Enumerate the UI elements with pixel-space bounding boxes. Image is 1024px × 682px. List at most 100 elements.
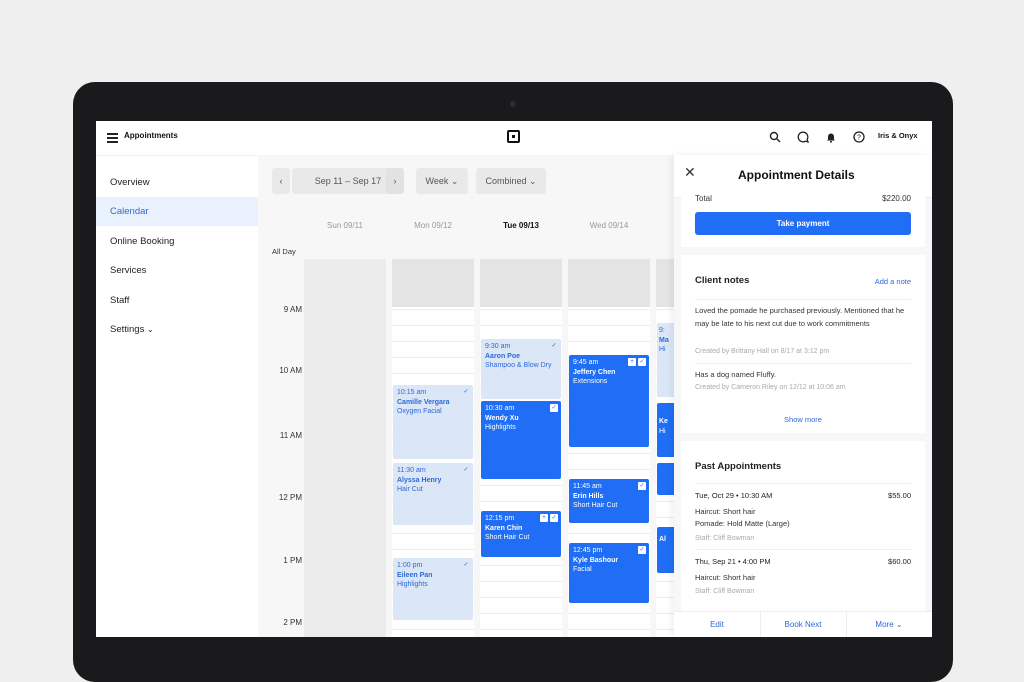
add-note-link[interactable]: Add a note [875,277,911,286]
past-appointment-staff: Staff: Cliff Bowman [695,588,755,595]
appointment-card[interactable]: ✓ 11:30 am Alyssa Henry Hair Cut [393,463,473,525]
day-header-wed[interactable]: Wed 09/14 [568,221,650,233]
grid-line [568,533,650,534]
help-icon[interactable]: ? [852,131,866,145]
divider [695,483,911,484]
sidebar-item-calendar[interactable]: Calendar [96,197,258,226]
all-day-label: All Day [272,247,296,256]
client-notes-title: Client notes [695,275,750,286]
past-appointments-title: Past Appointments [695,461,782,472]
appointment-card[interactable]: ✓ 9:30 am Aaron Poe Shampoo & Blow Dry [481,339,561,399]
calendar-view: ‹ Sep 11 – Sep 17 › Week ⌄ Combined ⌄ Su… [258,155,678,637]
grid-line [480,597,562,598]
next-week-button[interactable]: › [386,168,404,194]
menu-icon[interactable] [107,133,118,145]
appointment-card[interactable]: ✓ 11:45 am Erin Hills Short Hair Cut [569,479,649,523]
check-icon: ✓ [463,389,469,395]
grid-line [568,453,650,454]
past-appointments-card: Past Appointments Tue, Oct 29 • 10:30 AM… [681,441,925,611]
search-icon[interactable] [768,131,782,145]
appointment-card[interactable]: ✓ 1:00 pm Eileen Pan Highlights [393,558,473,620]
client-notes-card: Client notes Add a note Loved the pomade… [681,255,925,433]
more-button[interactable]: More ⌄ [846,612,932,637]
grid-line [480,325,562,326]
day-column-sun[interactable] [304,259,386,637]
top-bar: Appointments ? Iris & Onyx [96,121,932,156]
past-appointment-line: Haircut: Short hair [695,507,756,516]
note-meta: Created by Brittany Hall on 8/17 at 3:12… [695,348,830,355]
grid-line [568,341,650,342]
divider [695,363,911,364]
view-select[interactable]: Week ⌄ [416,168,468,194]
panel-footer: Edit Book Next More ⌄ [674,611,932,637]
time-label: 10 AM [279,366,302,375]
filter-select[interactable]: Combined ⌄ [476,168,546,194]
all-day-block [480,259,562,307]
grid-line [480,485,562,486]
appointment-card[interactable]: ✓ 10:15 am Camille Vergara Oxygen Facial [393,385,473,459]
panel-header: ✕ Appointment Details [674,155,932,198]
client-note: Has a dog named Fluffy. [695,370,777,379]
grid-line [392,341,474,342]
close-icon[interactable]: ✕ [684,164,696,181]
appointment-card[interactable]: ✓ + 9:45 am Jeffery Chen Extensions [569,355,649,447]
show-more-link[interactable]: Show more [681,415,925,424]
book-next-button[interactable]: Book Next [760,612,846,637]
past-appointment-date[interactable]: Thu, Sep 21 • 4:00 PM [695,557,771,566]
grid-line [392,357,474,358]
sidebar-item-overview[interactable]: Overview [96,168,258,197]
sidebar-item-staff[interactable]: Staff [96,286,258,315]
sidebar-item-services[interactable]: Services [96,256,258,285]
day-header-tue[interactable]: Tue 09/13 [480,221,562,233]
check-icon: ✓ [463,467,469,473]
add-icon: + [540,514,548,522]
prev-week-button[interactable]: ‹ [272,168,290,194]
past-appointment-line: Haircut: Short hair [695,573,756,582]
past-appointment-date[interactable]: Tue, Oct 29 • 10:30 AM [695,491,772,500]
sidebar: Overview Calendar Online Booking Service… [96,155,258,637]
app-screen: Appointments ? Iris & Onyx Overview Cale… [96,121,932,637]
grid-line [480,613,562,614]
past-appointment-staff: Staff: Cliff Bowman [695,535,755,542]
grid-line [392,533,474,534]
grid-line [480,309,562,310]
day-header-mon[interactable]: Mon 09/12 [392,221,474,233]
grid-line [568,613,650,614]
grid-line [568,629,650,630]
time-label: 2 PM [283,618,302,627]
appointment-card[interactable]: ✓ 12:45 pm Kyle Bashour Facial [569,543,649,603]
sidebar-item-settings[interactable]: Settings ⌄ [96,315,258,344]
appointment-card[interactable]: ✓ + 12:15 pm Karen Chin Short Hair Cut [481,511,561,557]
grid-line [568,325,650,326]
day-header-sun[interactable]: Sun 09/11 [304,221,386,233]
time-label: 9 AM [283,305,302,314]
take-payment-button[interactable]: Take payment [695,212,911,235]
grid-line [392,629,474,630]
check-icon: ✓ [550,514,558,522]
square-logo [507,130,520,143]
grid-line [568,469,650,470]
appointment-card[interactable]: ✓ 10:30 am Wendy Xu Highlights [481,401,561,479]
grid-line [568,309,650,310]
past-appointment-price: $55.00 [888,491,911,500]
sidebar-item-online-booking[interactable]: Online Booking [96,227,258,256]
svg-text:?: ? [857,135,861,142]
grid-line [480,565,562,566]
past-appointment-line: Pomade: Hold Matte (Large) [695,519,790,528]
edit-button[interactable]: Edit [674,612,760,637]
check-icon: ✓ [638,358,646,366]
user-name[interactable]: Iris & Onyx [878,131,918,140]
camera-dot [510,101,516,107]
add-icon: + [628,358,636,366]
app-title: Appointments [124,131,178,140]
chat-icon[interactable] [796,131,810,145]
chevron-down-icon: ⌄ [450,176,459,186]
grid-line [392,549,474,550]
check-icon: ✓ [638,482,646,490]
appointment-details-panel: ✕ Appointment Details Total $220.00 Take… [674,155,932,637]
divider [695,299,911,300]
note-meta: Created by Cameron Riley on 12/12 at 10:… [695,384,846,391]
grid-line [392,373,474,374]
bell-icon[interactable] [824,131,838,145]
past-appointment-price: $60.00 [888,557,911,566]
